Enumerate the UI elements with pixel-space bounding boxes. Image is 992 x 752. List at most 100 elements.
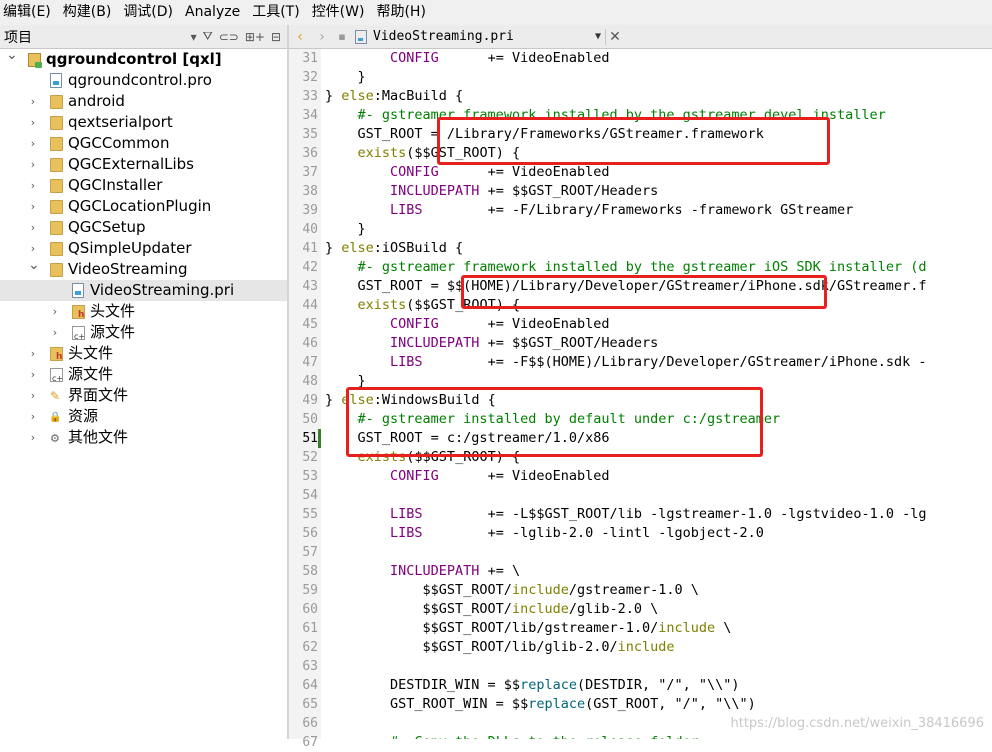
collapse-arrow-icon[interactable]: › — [28, 154, 38, 175]
close-document-icon[interactable]: ✕ — [605, 28, 624, 45]
collapse-arrow-icon[interactable]: › — [28, 364, 38, 385]
expand-arrow-icon[interactable]: ⌄ — [28, 255, 40, 276]
watermark: https://blog.csdn.net/weixin_38416696 — [730, 716, 984, 731]
code-text: DESTDIR_WIN = $$ — [325, 677, 521, 693]
highlight-box-iosbuild — [461, 275, 827, 309]
code-line[interactable]: } else:MacBuild { — [325, 87, 463, 106]
code-line[interactable]: LIBS += -F$$(HOME)/Library/Developer/GSt… — [325, 353, 926, 372]
code-line[interactable]: } — [325, 68, 366, 87]
current-line-marker — [318, 429, 321, 448]
tree-item[interactable]: › QGCSetup — [0, 217, 287, 238]
open-documents-combo[interactable]: VideoStreaming.pri ▼ — [355, 27, 605, 46]
code-line[interactable]: #- Copy the DLLs to the release folder — [325, 733, 699, 739]
code-text: } — [325, 392, 342, 408]
menu-item-4[interactable]: 工具(T) — [249, 0, 308, 25]
collapse-arrow-icon[interactable]: › — [28, 196, 38, 217]
collapse-arrow-icon[interactable]: › — [28, 133, 38, 154]
code-line[interactable]: } else:iOSBuild { — [325, 239, 463, 258]
code-line[interactable]: $$GST_ROOT/lib/glib-2.0/include — [325, 638, 675, 657]
tree-item[interactable]: › QGCInstaller — [0, 175, 287, 196]
tree-item[interactable]: › 界面文件 — [0, 385, 287, 407]
tree-item[interactable]: › android — [0, 91, 287, 112]
code-token-vr: INCLUDEPATH — [390, 335, 480, 351]
code-line[interactable]: $$GST_ROOT/include/gstreamer-1.0 \ — [325, 581, 699, 600]
code-line[interactable]: } — [325, 220, 366, 239]
code-line[interactable]: LIBS += -F/Library/Frameworks -framework… — [325, 201, 853, 220]
line-number: 39 — [302, 203, 318, 218]
back-arrow-icon[interactable]: ‹ — [289, 29, 311, 45]
expand-arrow-icon[interactable]: ⌄ — [6, 45, 18, 66]
code-text: /gstreamer-1.0 \ — [568, 582, 699, 598]
code-line[interactable]: INCLUDEPATH += \ — [325, 562, 520, 581]
code-line[interactable]: $$GST_ROOT/include/glib-2.0 \ — [325, 600, 659, 619]
code-text: (DESTDIR, "/", "\\") — [576, 677, 740, 693]
code-line[interactable]: CONFIG += VideoEnabled — [325, 315, 609, 334]
code-text: += -F$$(HOME)/Library/Developer/GStreame… — [422, 354, 927, 370]
tree-item[interactable]: › 源文件 — [0, 322, 287, 347]
collapse-arrow-icon[interactable]: › — [28, 385, 38, 406]
tree-item-label: QGCLocationPlugin — [68, 197, 212, 215]
menu-item-5[interactable]: 控件(W) — [309, 0, 374, 25]
tree-item[interactable]: › 其他文件 — [0, 427, 287, 449]
menu-item-6[interactable]: 帮助(H) — [373, 0, 434, 25]
chevron-down-icon[interactable]: ▼ — [595, 31, 605, 42]
tree-item[interactable]: ⌄ qgroundcontrol [qxl] — [0, 47, 287, 70]
tree-item[interactable]: qgroundcontrol.pro — [0, 70, 287, 91]
collapse-arrow-icon[interactable]: › — [28, 175, 38, 196]
split-icon[interactable]: ⊞+ — [245, 30, 265, 44]
close-icon[interactable]: ⊟ — [271, 30, 281, 44]
code-line[interactable]: LIBS += -lglib-2.0 -lintl -lgobject-2.0 — [325, 524, 764, 543]
tree-item[interactable]: VideoStreaming.pri — [0, 280, 287, 301]
tree-item[interactable]: › QGCCommon — [0, 133, 287, 154]
code-line[interactable]: INCLUDEPATH += $$GST_ROOT/Headers — [325, 182, 658, 201]
forward-arrow-icon[interactable]: › — [311, 29, 333, 45]
line-number: 62 — [302, 640, 318, 655]
code-line[interactable]: INCLUDEPATH += $$GST_ROOT/Headers — [325, 334, 658, 353]
tree-item[interactable]: ⌄ VideoStreaming — [0, 257, 287, 280]
collapse-arrow-icon[interactable]: › — [50, 322, 60, 343]
collapse-arrow-icon[interactable]: › — [28, 406, 38, 427]
tree-item[interactable]: › 头文件 — [0, 343, 287, 368]
collapse-arrow-icon[interactable]: › — [28, 343, 38, 364]
tree-item[interactable]: › 头文件 — [0, 301, 287, 326]
folder-icon — [50, 242, 63, 256]
tree-item-label: 界面文件 — [68, 386, 129, 404]
tree-item[interactable]: › QSimpleUpdater — [0, 238, 287, 259]
tree-item[interactable]: › 资源 — [0, 406, 287, 428]
code-token-vr: LIBS — [390, 506, 423, 522]
collapse-arrow-icon[interactable]: › — [28, 112, 38, 133]
code-token-vr: LIBS — [390, 354, 423, 370]
collapse-arrow-icon[interactable]: › — [28, 91, 38, 112]
code-line[interactable]: LIBS += -L$$GST_ROOT/lib -lgstreamer-1.0… — [325, 505, 926, 524]
code-line[interactable]: GST_ROOT_WIN = $$replace(GST_ROOT, "/", … — [325, 695, 756, 714]
filter-icon[interactable]: ⛛ — [203, 29, 213, 44]
code-line[interactable]: CONFIG += VideoEnabled — [325, 467, 609, 486]
tree-item-label: QGCSetup — [68, 218, 146, 236]
folder-icon — [50, 137, 63, 151]
collapse-arrow-icon[interactable]: › — [28, 217, 38, 238]
tree-item[interactable]: › QGCExternalLibs — [0, 154, 287, 175]
project-tree: ⌄ qgroundcontrol [qxl] qgroundcontrol.pro ›… — [0, 47, 287, 739]
line-number: 57 — [302, 545, 318, 560]
dropdown-icon[interactable]: ▾ — [191, 30, 197, 44]
code-line[interactable]: CONFIG += VideoEnabled — [325, 163, 609, 182]
menu-item-0[interactable]: 编辑(E) — [0, 0, 60, 25]
code-line[interactable]: CONFIG += VideoEnabled — [325, 49, 609, 68]
menu-item-3[interactable]: Analyze — [182, 0, 249, 25]
collapse-arrow-icon[interactable]: › — [28, 427, 38, 448]
menu-item-1[interactable]: 构建(B) — [60, 0, 121, 25]
code-line[interactable]: DESTDIR_WIN = $$replace(DESTDIR, "/", "\… — [325, 676, 740, 695]
line-number: 47 — [302, 355, 318, 370]
tree-item[interactable]: › 源文件 — [0, 364, 287, 389]
tree-item[interactable]: › qextserialport — [0, 112, 287, 133]
code-text: $$GST_ROOT/ — [325, 601, 512, 617]
link-icon[interactable]: ⊂⊃ — [219, 30, 239, 44]
folder-icon — [50, 263, 63, 277]
line-number: 52 — [302, 450, 318, 465]
menu-item-2[interactable]: 调试(D) — [120, 0, 182, 25]
collapse-arrow-icon[interactable]: › — [50, 301, 60, 322]
code-line[interactable]: $$GST_ROOT/lib/gstreamer-1.0/include \ — [325, 619, 732, 638]
tree-item[interactable]: › QGCLocationPlugin — [0, 196, 287, 217]
